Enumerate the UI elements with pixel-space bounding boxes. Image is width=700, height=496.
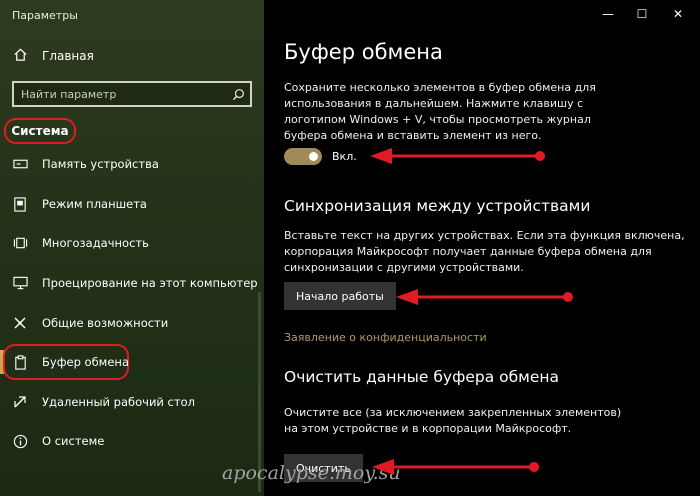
sidebar-item-storage[interactable]: Память устройства bbox=[12, 152, 159, 176]
home-icon bbox=[12, 47, 28, 66]
maximize-button[interactable]: ☐ bbox=[628, 4, 656, 24]
search-box[interactable] bbox=[12, 81, 252, 107]
sidebar-item-shared-experiences[interactable]: Общие возможности bbox=[12, 311, 168, 335]
sidebar-item-label: Общие возможности bbox=[42, 316, 169, 330]
search-input[interactable] bbox=[14, 83, 226, 105]
clear-text: Очистите все (за исключением закрепленны… bbox=[284, 406, 622, 435]
toggle-state-label: Вкл. bbox=[332, 150, 357, 163]
watermark: apocalypse.moy.su bbox=[222, 462, 401, 484]
intro-text: Сохраните несколько элементов в буфер об… bbox=[284, 81, 596, 142]
page-title: Буфер обмена bbox=[284, 40, 443, 64]
sidebar-item-label: Проецирование на этот компьютер bbox=[42, 276, 258, 290]
shared-experiences-icon bbox=[12, 315, 28, 331]
storage-icon bbox=[12, 156, 28, 172]
info-icon bbox=[12, 433, 28, 449]
sidebar-item-label: Удаленный рабочий стол bbox=[42, 395, 195, 409]
sidebar-item-label: Режим планшета bbox=[42, 197, 147, 211]
home-label: Главная bbox=[42, 49, 94, 63]
sync-text: Вставьте текст на других устройствах. Ес… bbox=[284, 229, 685, 274]
sidebar-item-label: Многозадачность bbox=[42, 236, 149, 250]
clipboard-history-toggle[interactable] bbox=[284, 148, 322, 165]
category-label: Система bbox=[11, 124, 69, 138]
sidebar-item-projecting[interactable]: Проецирование на этот компьютер bbox=[12, 271, 258, 295]
close-button[interactable]: ✕ bbox=[664, 4, 692, 24]
search-icon[interactable] bbox=[226, 88, 250, 101]
remote-desktop-icon bbox=[12, 394, 28, 410]
sidebar-item-tablet-mode[interactable]: Режим планшета bbox=[12, 192, 147, 216]
tablet-icon bbox=[12, 196, 28, 212]
clipboard-icon bbox=[12, 354, 28, 370]
sync-heading: Синхронизация между устройствами bbox=[284, 197, 591, 215]
sidebar: Параметры Главная Система Память устройс… bbox=[0, 0, 264, 496]
sidebar-item-about[interactable]: О системе bbox=[12, 429, 104, 453]
clear-heading: Очистить данные буфера обмена bbox=[284, 368, 560, 386]
sidebar-item-label: Память устройства bbox=[42, 157, 159, 171]
toggle-knob bbox=[309, 152, 318, 161]
sidebar-item-label: О системе bbox=[42, 434, 105, 448]
window-title: Параметры bbox=[12, 9, 78, 22]
category-system: Система bbox=[4, 118, 76, 144]
main-panel: — ☐ ✕ Буфер обмена Сохраните несколько э… bbox=[264, 0, 700, 496]
sidebar-item-clipboard[interactable]: Буфер обмена bbox=[12, 350, 129, 374]
multitasking-icon bbox=[12, 235, 28, 251]
minimize-button[interactable]: — bbox=[594, 4, 622, 24]
sidebar-item-remote-desktop[interactable]: Удаленный рабочий стол bbox=[12, 390, 195, 414]
sidebar-item-home[interactable]: Главная bbox=[12, 46, 94, 66]
sidebar-item-label: Буфер обмена bbox=[42, 355, 130, 369]
projecting-icon bbox=[12, 275, 28, 291]
privacy-link[interactable]: Заявление о конфиденциальности bbox=[284, 331, 487, 344]
sidebar-item-multitasking[interactable]: Многозадачность bbox=[12, 231, 149, 255]
get-started-button[interactable]: Начало работы bbox=[284, 282, 396, 310]
